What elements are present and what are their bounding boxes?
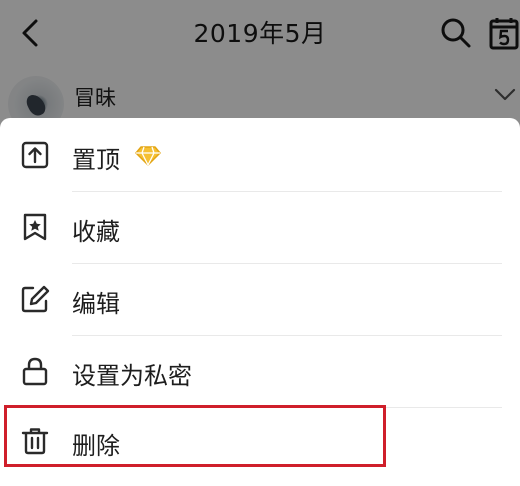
menu-item-set-private[interactable]: 设置为私密 bbox=[0, 336, 520, 408]
lock-icon bbox=[22, 357, 48, 386]
menu-item-edit[interactable]: 编辑 bbox=[0, 264, 520, 336]
menu-item-favorite[interactable]: 收藏 bbox=[0, 192, 520, 264]
menu-item-label: 编辑 bbox=[72, 290, 120, 318]
menu-item-label: 设置为私密 bbox=[72, 362, 192, 390]
pin-top-icon bbox=[21, 141, 49, 169]
diamond-icon bbox=[135, 146, 161, 166]
menu-item-label: 置顶 bbox=[72, 146, 120, 174]
menu-item-label: 收藏 bbox=[72, 218, 120, 246]
edit-icon bbox=[21, 285, 50, 313]
bookmark-star-icon bbox=[23, 213, 47, 241]
delete-highlight-box bbox=[4, 405, 386, 467]
menu-item-pin-top[interactable]: 置顶 bbox=[0, 120, 520, 192]
